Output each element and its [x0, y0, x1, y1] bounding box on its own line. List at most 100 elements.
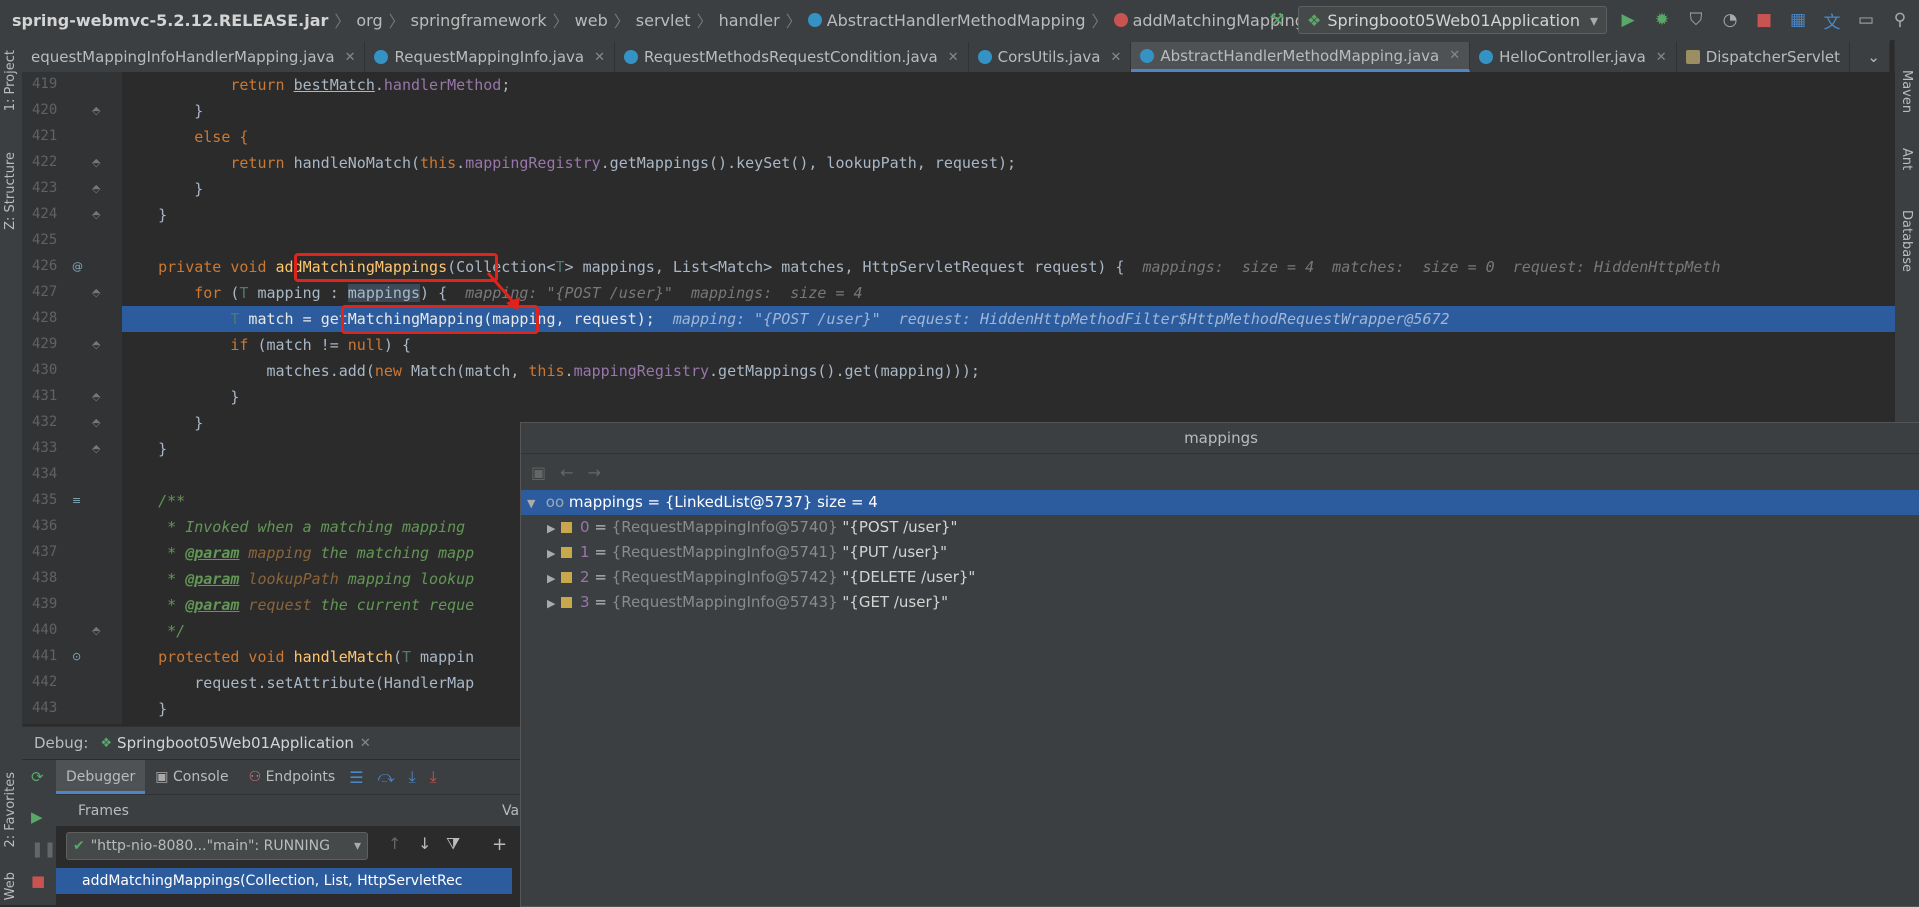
editor-tab[interactable]: equestMappingInfoHandlerMapping.java ✕ [22, 42, 366, 72]
debug-label: Debug: [34, 734, 89, 752]
search-icon[interactable]: ⚲ [1887, 10, 1913, 30]
abstract-class-icon [1140, 48, 1155, 63]
tree-child-row[interactable]: ▶ 2 = {RequestMappingInfo@5742} "{DELETE … [521, 565, 1919, 590]
project-structure-icon[interactable]: ▦ [1785, 10, 1811, 30]
tab-debugger[interactable]: Debugger [56, 760, 146, 794]
run-configuration-select[interactable]: ❖ Springboot05Web01Application ▾ [1297, 6, 1607, 34]
editor-tab-label: RequestMethodsRequestCondition.java [644, 48, 938, 66]
close-icon[interactable]: ✕ [948, 50, 959, 65]
down-arrow-icon[interactable]: ↓ [418, 834, 431, 853]
override-icon[interactable]: @ [72, 260, 83, 273]
tabs-overflow-icon[interactable]: ⌄ [1858, 42, 1890, 72]
rerun-icon[interactable]: ⟳ [31, 768, 44, 786]
frames-label: Frames [78, 803, 129, 819]
fold-icon[interactable]: ⬘ [92, 182, 100, 195]
force-step-into-icon[interactable]: ⤓ [430, 767, 437, 787]
chevron-right-icon[interactable]: ▶ [547, 516, 561, 541]
tab-console[interactable]: ▣ Console [145, 760, 238, 794]
tree-equals: = [589, 518, 612, 536]
endpoints-icon: ⚇ [248, 769, 266, 785]
close-icon[interactable]: ✕ [345, 50, 356, 65]
tab-endpoints[interactable]: ⚇ Endpoints [239, 760, 346, 794]
maven-tool-button[interactable]: Maven [1899, 70, 1914, 113]
line-number: 437 [32, 544, 58, 560]
editor-tab[interactable]: AbstractHandlerMethodMapping.java ✕ [1131, 42, 1471, 72]
fold-icon[interactable]: ⬘ [92, 208, 100, 221]
variable-inspect-popup[interactable]: mappings ▣ ← → ▼ oo mappings = {LinkedLi… [520, 422, 1919, 907]
tree-child-row[interactable]: ▶ 3 = {RequestMappingInfo@5743} "{GET /us… [521, 590, 1919, 615]
ant-tool-button[interactable]: Ant [1899, 148, 1914, 170]
pause-icon[interactable]: ❚❚ [31, 840, 56, 858]
breadcrumb-class[interactable]: AbstractHandlerMethodMapping [827, 11, 1086, 30]
debug-icon[interactable]: ✹ [1649, 10, 1675, 30]
line-number: 433 [32, 440, 58, 456]
fold-icon[interactable]: ⬘ [92, 104, 100, 117]
chevron-right-icon[interactable]: ▶ [547, 541, 561, 566]
forward-arrow-icon[interactable]: → [588, 463, 601, 482]
fold-icon[interactable]: ⬘ [92, 286, 100, 299]
editor-tab-label: AbstractHandlerMethodMapping.java [1160, 46, 1440, 65]
frame-row-selected[interactable]: addMatchingMappings(Collection, List, Ht… [56, 868, 512, 894]
fold-icon[interactable]: ⬘ [92, 442, 100, 455]
breadcrumb-separator: 〉 [696, 12, 713, 31]
back-arrow-icon[interactable]: ← [560, 463, 573, 482]
run-icon[interactable]: ▶ [1615, 10, 1641, 30]
editor-tab[interactable]: RequestMappingInfo.java ✕ [365, 42, 616, 72]
chevron-down-icon[interactable]: ▼ [527, 491, 541, 516]
fold-icon[interactable]: ⬘ [92, 416, 100, 429]
editor-tab[interactable]: RequestMethodsRequestCondition.java ✕ [615, 42, 969, 72]
code-line-419: return bestMatch.handlerMethod; [230, 76, 511, 94]
breadcrumb-springframework[interactable]: springframework [411, 11, 547, 30]
tree-child-row[interactable]: ▶ 0 = {RequestMappingInfo@5740} "{POST /u… [521, 515, 1919, 540]
implementation-icon[interactable]: ⊙ [72, 650, 81, 663]
chevron-right-icon[interactable]: ▶ [547, 566, 561, 591]
debug-session-tab[interactable]: Springboot05Web01Application [117, 734, 354, 752]
breadcrumb-org[interactable]: org [356, 11, 382, 30]
resume-icon[interactable]: ▶ [31, 808, 43, 826]
breadcrumb-handler[interactable]: handler [719, 11, 780, 30]
editor-tab[interactable]: CorsUtils.java ✕ [969, 42, 1132, 72]
spring-boot-icon: ❖ [100, 735, 113, 751]
fold-icon[interactable]: ⬘ [92, 338, 100, 351]
close-icon[interactable]: ✕ [1449, 48, 1460, 63]
menu-icon[interactable]: ☰ [349, 768, 363, 787]
doc-icon[interactable]: ≡ [72, 494, 81, 507]
close-icon[interactable]: ✕ [1110, 50, 1121, 65]
step-into-icon[interactable]: ⤓ [409, 767, 416, 787]
breadcrumb-jar[interactable]: spring-webmvc-5.2.12.RELEASE.jar [12, 11, 328, 30]
add-watch-icon[interactable]: + [492, 834, 507, 855]
chevron-right-icon[interactable]: ▶ [547, 591, 561, 616]
stop-icon[interactable]: ■ [31, 872, 45, 890]
tree-root-row[interactable]: ▼ oo mappings = {LinkedList@5737} size =… [521, 490, 1919, 515]
tree-child-row[interactable]: ▶ 1 = {RequestMappingInfo@5741} "{PUT /us… [521, 540, 1919, 565]
close-icon[interactable]: ✕ [594, 50, 605, 65]
build-icon[interactable]: ⚒ [1264, 10, 1290, 30]
editor-tab[interactable]: HelloController.java ✕ [1470, 42, 1677, 72]
coverage-icon[interactable]: ⛉ [1683, 10, 1709, 30]
fold-icon[interactable]: ⬘ [92, 156, 100, 169]
profiler-icon[interactable]: ◔ [1717, 10, 1743, 30]
fold-icon[interactable]: ⬘ [92, 624, 100, 637]
line-number-gutter[interactable]: 419 420 421 422 423 424 425 426 427 428 429 430 431 4… [22, 72, 123, 724]
database-tool-button[interactable]: Database [1899, 210, 1914, 272]
editor-tab[interactable]: DispatcherServlet [1677, 42, 1851, 72]
favorites-tool-button[interactable]: 2: Favorites [3, 772, 18, 848]
window-icon[interactable]: ▭ [1853, 10, 1879, 30]
structure-tool-button[interactable]: Z: Structure [3, 152, 18, 230]
breadcrumb-servlet[interactable]: servlet [636, 11, 691, 30]
up-arrow-icon[interactable]: ↑ [388, 834, 401, 853]
tree-root-name: mappings [568, 493, 643, 511]
translate-icon[interactable]: 文 [1819, 8, 1845, 33]
thread-select[interactable]: ✔ "http-nio-8080..."main": RUNNING ▾ [66, 832, 368, 860]
line-number: 441 [32, 648, 58, 664]
new-window-icon[interactable]: ▣ [531, 463, 546, 482]
fold-icon[interactable]: ⬘ [92, 390, 100, 403]
filter-icon[interactable]: ⧩ [446, 834, 460, 854]
web-tool-button[interactable]: Web [3, 872, 18, 900]
close-icon[interactable]: ✕ [1656, 50, 1667, 65]
project-tool-button[interactable]: 1: Project [3, 50, 18, 111]
close-icon[interactable]: ✕ [360, 736, 371, 751]
stop-icon[interactable]: ■ [1751, 10, 1777, 30]
step-over-icon[interactable]: ⤼ [378, 767, 395, 787]
breadcrumb-web[interactable]: web [575, 11, 608, 30]
